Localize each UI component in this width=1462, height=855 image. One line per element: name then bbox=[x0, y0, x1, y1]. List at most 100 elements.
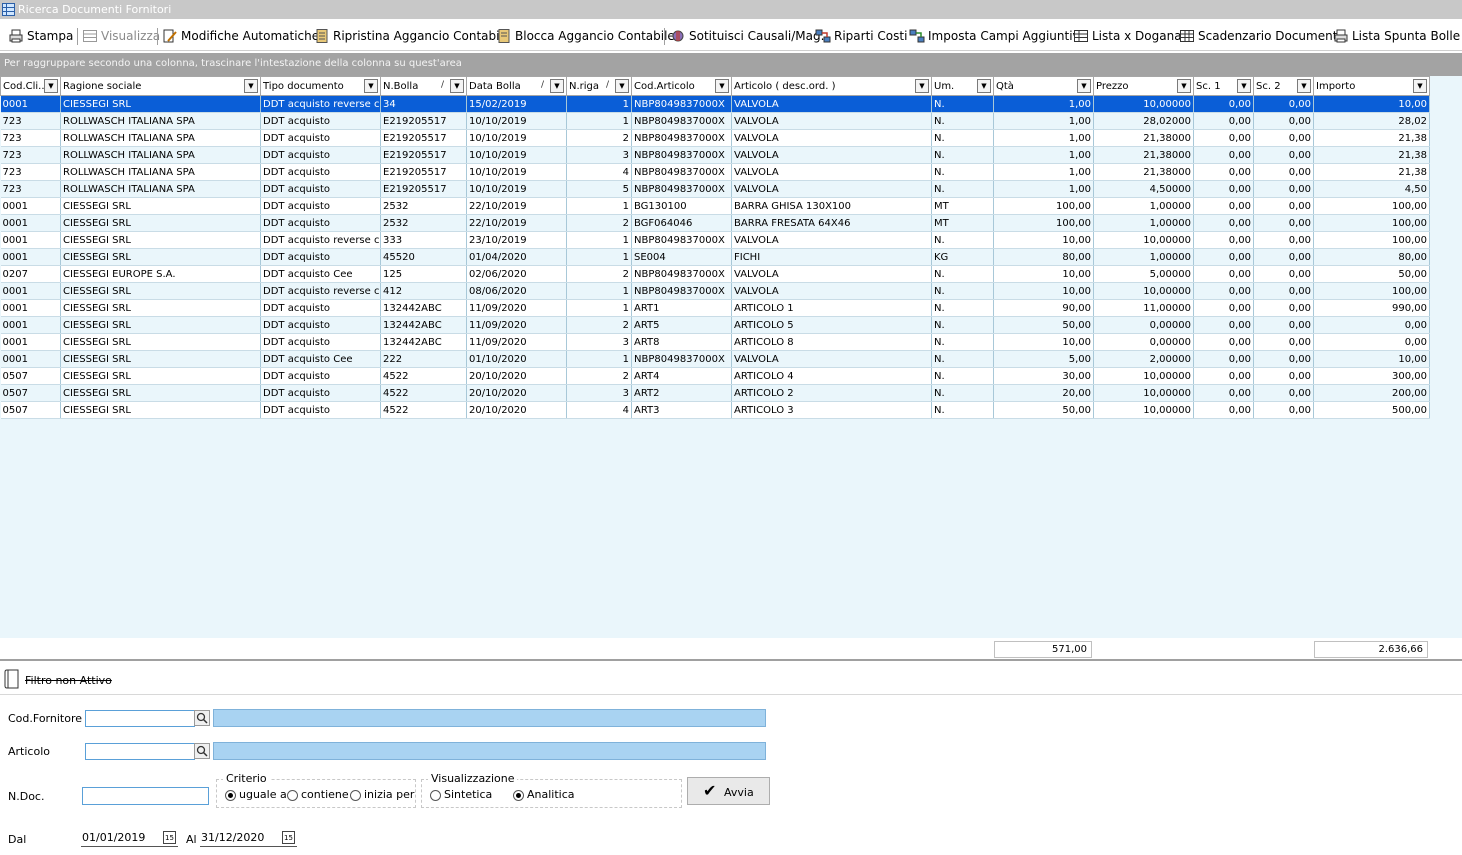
imposta-campi-button[interactable]: Imposta Campi Aggiuntivi bbox=[909, 26, 1083, 46]
ripristina-aggancio-button[interactable]: Ripristina Aggancio Contabile bbox=[314, 26, 510, 46]
documents-grid[interactable]: Cod.Cli... ▼ Ragione sociale ▼ Tipo document… bbox=[0, 76, 1462, 639]
table-row[interactable]: 0001 CIESSEGI SRL DDT acquisto Cee 222 01/10… bbox=[0, 350, 1430, 368]
table-cell: 100,00 bbox=[1313, 214, 1430, 232]
lista-spunta-button[interactable]: Lista Spunta Bolle bbox=[1333, 26, 1460, 46]
column-header[interactable]: Importo ▼ bbox=[1313, 76, 1430, 96]
table-cell: 80,00 bbox=[1313, 248, 1430, 266]
calendar-icon[interactable]: 15 bbox=[163, 831, 176, 844]
table-row[interactable]: 0001 CIESSEGI SRL DDT acquisto 132442ABC 11/… bbox=[0, 299, 1430, 317]
column-filter-dropdown-icon[interactable]: ▼ bbox=[450, 79, 464, 93]
column-header[interactable]: Sc. 1 ▼ bbox=[1193, 76, 1254, 96]
column-filter-dropdown-icon[interactable]: ▼ bbox=[1297, 79, 1311, 93]
table-cell: N. bbox=[931, 299, 994, 317]
lista-dogana-button[interactable]: Lista x Dogana bbox=[1073, 26, 1182, 46]
table-row[interactable]: 0001 CIESSEGI SRL DDT acquisto 45520 01/04/2… bbox=[0, 248, 1430, 266]
cod-fornitore-input[interactable] bbox=[85, 710, 195, 727]
criterio-group: Criterio uguale a contiene inizia per bbox=[216, 772, 416, 808]
column-filter-dropdown-icon[interactable]: ▼ bbox=[1413, 79, 1427, 93]
toolbar-separator bbox=[157, 28, 158, 45]
table-cell: N. bbox=[931, 163, 994, 181]
table-row[interactable]: 0001CIESSEGI SRLDDT acquisto reverse cha… bbox=[0, 95, 1430, 113]
column-header[interactable]: Cod.Articolo ▼ bbox=[631, 76, 732, 96]
table-row[interactable]: 0001 CIESSEGI SRL DDT acquisto 132442ABC 11/… bbox=[0, 333, 1430, 351]
table-row[interactable]: 0001CIESSEGI SRLDDT acquisto reverse cha… bbox=[0, 282, 1430, 300]
table-cell: CIESSEGI SRL bbox=[60, 248, 261, 266]
table-row[interactable]: 0507 CIESSEGI SRL DDT acquisto 4522 20/10/20… bbox=[0, 367, 1430, 385]
column-filter-dropdown-icon[interactable]: ▼ bbox=[244, 79, 258, 93]
column-header[interactable]: Prezzo ▼ bbox=[1093, 76, 1194, 96]
table-row[interactable]: 0001 CIESSEGI SRL DDT acquisto 132442ABC 11/… bbox=[0, 316, 1430, 334]
column-filter-dropdown-icon[interactable]: ▼ bbox=[915, 79, 929, 93]
table-row[interactable]: 723 ROLLWASCH ITALIANA SPA DDT acquisto E21… bbox=[0, 163, 1430, 181]
table-cell: 01/10/2020 bbox=[466, 350, 567, 368]
column-filter-dropdown-icon[interactable]: ▼ bbox=[615, 79, 629, 93]
sostituisci-causali-button[interactable]: Sotituisci Causali/Mag. bbox=[670, 26, 824, 46]
table-row[interactable]: 0207 CIESSEGI EUROPE S.A. DDT acquisto Cee… bbox=[0, 265, 1430, 283]
visualizzazione-analitica-radio[interactable]: Analitica bbox=[513, 788, 575, 801]
avvia-button[interactable]: ✔ Avvia bbox=[687, 777, 770, 805]
modifiche-automatiche-button[interactable]: Modifiche Automatiche bbox=[162, 26, 319, 46]
table-row[interactable]: 723 ROLLWASCH ITALIANA SPA DDT acquisto E21… bbox=[0, 180, 1430, 198]
column-header[interactable]: Um. ▼ bbox=[931, 76, 994, 96]
stampa-button[interactable]: Stampa bbox=[8, 26, 73, 46]
table-cell: 0,00 bbox=[1193, 333, 1254, 351]
cod-fornitore-description bbox=[213, 709, 766, 727]
table-row[interactable]: 723 ROLLWASCH ITALIANA SPA DDT acquisto E21… bbox=[0, 112, 1430, 130]
column-filter-dropdown-icon[interactable]: ▼ bbox=[1177, 79, 1191, 93]
column-filter-dropdown-icon[interactable]: ▼ bbox=[1077, 79, 1091, 93]
column-filter-dropdown-icon[interactable]: ▼ bbox=[977, 79, 991, 93]
calendar-icon[interactable]: 15 bbox=[282, 831, 295, 844]
column-header[interactable]: Cod.Cli... ▼ bbox=[0, 76, 61, 96]
table-cell: 132442ABC bbox=[380, 333, 467, 351]
table-cell: 0001 bbox=[0, 231, 61, 249]
cod-fornitore-lookup-button[interactable] bbox=[194, 710, 210, 726]
table-row[interactable]: 723 ROLLWASCH ITALIANA SPA DDT acquisto E21… bbox=[0, 146, 1430, 164]
column-header[interactable]: N.riga / ▼ bbox=[566, 76, 632, 96]
table-cell: DDT acquisto bbox=[260, 163, 381, 181]
table-cell: 0,00 bbox=[1253, 384, 1314, 402]
blocca-aggancio-button[interactable]: Blocca Aggancio Contabile bbox=[496, 26, 675, 46]
table-row[interactable]: 0507 CIESSEGI SRL DDT acquisto 4522 20/10/20… bbox=[0, 384, 1430, 402]
column-header[interactable]: N.Bolla / ▼ bbox=[380, 76, 467, 96]
table-row[interactable]: 0001 CIESSEGI SRL DDT acquisto 2532 22/10/20… bbox=[0, 214, 1430, 232]
articolo-input[interactable] bbox=[85, 743, 195, 760]
filter-icon[interactable] bbox=[4, 669, 20, 689]
table-cell: 0,00000 bbox=[1093, 333, 1194, 351]
column-header[interactable]: Tipo documento ▼ bbox=[260, 76, 381, 96]
articolo-label: Articolo bbox=[8, 745, 50, 758]
column-header[interactable]: Qtà ▼ bbox=[993, 76, 1094, 96]
ndoc-input[interactable] bbox=[82, 787, 209, 805]
column-filter-dropdown-icon[interactable]: ▼ bbox=[364, 79, 378, 93]
column-header[interactable]: Data Bolla / ▼ bbox=[466, 76, 567, 96]
table-row[interactable]: 723 ROLLWASCH ITALIANA SPA DDT acquisto E21… bbox=[0, 129, 1430, 147]
column-filter-dropdown-icon[interactable]: ▼ bbox=[715, 79, 729, 93]
table-cell: 0507 bbox=[0, 384, 61, 402]
dal-date-input[interactable]: 01/01/2019 15 bbox=[81, 829, 178, 847]
table-cell: VALVOLA bbox=[731, 231, 932, 249]
column-filter-dropdown-icon[interactable]: ▼ bbox=[550, 79, 564, 93]
table-cell: N. bbox=[931, 265, 994, 283]
column-filter-dropdown-icon[interactable]: ▼ bbox=[1237, 79, 1251, 93]
articolo-lookup-button[interactable] bbox=[194, 743, 210, 759]
riparti-costi-button[interactable]: Riparti Costi bbox=[815, 26, 907, 46]
group-by-area[interactable]: Per raggruppare secondo una colonna, tra… bbox=[0, 53, 1462, 76]
column-header[interactable]: Ragione sociale ▼ bbox=[60, 76, 261, 96]
table-row[interactable]: 0001 CIESSEGI SRL DDT acquisto 2532 22/10/20… bbox=[0, 197, 1430, 215]
table-cell: E219205517 bbox=[380, 180, 467, 198]
visualizza-button[interactable]: Visualizza bbox=[82, 26, 160, 46]
table-row[interactable]: 0001CIESSEGI SRLDDT acquisto reverse cha… bbox=[0, 231, 1430, 249]
column-header[interactable]: Articolo ( desc.ord. ) ▼ bbox=[731, 76, 932, 96]
scadenzario-button[interactable]: Scadenzario Documenti bbox=[1179, 26, 1341, 46]
criterio-contiene-radio[interactable]: contiene bbox=[287, 788, 349, 801]
table-row[interactable]: 0507 CIESSEGI SRL DDT acquisto 4522 20/10/20… bbox=[0, 401, 1430, 419]
table-cell: 21,38000 bbox=[1093, 146, 1194, 164]
visualizzazione-sintetica-radio[interactable]: Sintetica bbox=[430, 788, 492, 801]
al-date-input[interactable]: 31/12/2020 15 bbox=[200, 829, 297, 847]
table-cell: NBP8049837000X bbox=[631, 163, 732, 181]
column-header[interactable]: Sc. 2 ▼ bbox=[1253, 76, 1314, 96]
criterio-uguale-radio[interactable]: uguale a bbox=[225, 788, 287, 801]
criterio-inizia-radio[interactable]: inizia per bbox=[350, 788, 414, 801]
table-cell: 1 bbox=[566, 231, 632, 249]
column-filter-dropdown-icon[interactable]: ▼ bbox=[44, 79, 58, 93]
column-header-label: N.Bolla bbox=[383, 80, 419, 92]
